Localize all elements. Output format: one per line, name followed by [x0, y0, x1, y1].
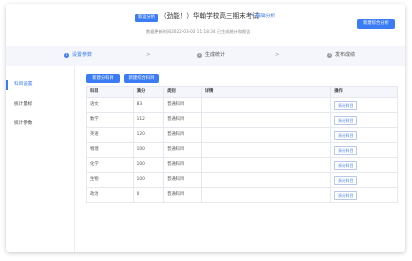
sidebar-item-stat-params[interactable]: 统计参数 — [14, 121, 32, 127]
step-settings[interactable]: 1 设置参数 — [64, 52, 92, 59]
page-title: （劲能！）华翰学校高三期末考试 — [160, 12, 259, 20]
split-subject-button[interactable]: 拆分科目 — [334, 100, 358, 110]
split-subject-button[interactable]: 拆分科目 — [334, 175, 358, 185]
cell-score: 120 — [133, 127, 165, 143]
split-subject-button[interactable]: 拆分科目 — [334, 130, 358, 140]
cell-action: 拆分科目 — [330, 112, 398, 128]
cell-score: 112 — [133, 112, 165, 128]
edit-icon: ✎ — [251, 14, 256, 19]
sidebar: 科目设置 统计量标 统计参数 — [6, 66, 75, 252]
cell-detail — [201, 187, 332, 203]
cell-detail — [201, 97, 332, 113]
edit-analysis-label: 编辑分析 — [256, 14, 276, 19]
cell-action: 拆分科目 — [330, 142, 398, 158]
cell-type: 普通科目 — [163, 97, 202, 113]
cell-subject: 物理 — [86, 142, 134, 158]
cell-type: 普通科目 — [163, 142, 202, 158]
table-row: 物理 100 普通科目 拆分科目 — [86, 142, 398, 158]
edit-analysis-link[interactable]: ✎编辑分析 — [251, 14, 275, 20]
step-label: 设置参数 — [72, 52, 93, 58]
step-label: 生成统计 — [205, 52, 226, 58]
cell-score: 100 — [133, 172, 165, 188]
cell-score: 83 — [133, 97, 165, 113]
new-analysis-button[interactable]: 新建综合分析 — [357, 19, 395, 29]
cell-action: 拆分科目 — [330, 127, 398, 143]
chevron-right-icon: > — [275, 52, 280, 58]
sidebar-item-subject-settings[interactable]: 科目设置 — [14, 82, 32, 88]
table-row: 数学 112 普通科目 拆分科目 — [86, 112, 398, 128]
table-row: 政治 0 普通科目 拆分科目 — [86, 187, 398, 203]
split-subject-button[interactable]: 拆分科目 — [334, 145, 358, 155]
step-label: 发布成绩 — [335, 52, 356, 58]
column-header-detail: 详情 — [201, 86, 332, 98]
table-row: 生物 100 普通科目 拆分科目 — [86, 172, 398, 188]
cell-type: 普通科目 — [163, 157, 202, 173]
subject-table: 科目 满分 类别 详情 操作 语文 83 普通科目 拆分科目 数学 112 普通… — [86, 86, 398, 203]
cell-subject: 英语 — [86, 127, 134, 143]
cell-subject: 数学 — [86, 112, 134, 128]
cell-type: 普通科目 — [163, 112, 202, 128]
chevron-right-icon: > — [146, 52, 151, 58]
step-number: 2 — [197, 52, 202, 58]
cell-score: 100 — [133, 142, 165, 158]
column-header-score: 满分 — [133, 86, 165, 98]
table-header-row: 科目 满分 类别 详情 操作 — [86, 86, 398, 98]
cell-action: 拆分科目 — [330, 172, 398, 188]
step-generate[interactable]: 2 生成统计 — [197, 52, 225, 59]
cell-action: 拆分科目 — [330, 97, 398, 113]
cell-score: 0 — [133, 187, 165, 203]
update-info: 数据更新时间2022-03-03 11:18:34 已生成统计和报告 — [146, 29, 251, 34]
cell-type: 普通科目 — [163, 187, 202, 203]
cell-type: 普通科目 — [163, 172, 202, 188]
cell-detail — [201, 142, 332, 158]
cell-subject: 语文 — [86, 97, 134, 113]
step-number: 3 — [327, 52, 332, 58]
step-number: 1 — [64, 52, 69, 58]
table-row: 化学 100 普通科目 拆分科目 — [86, 157, 398, 173]
cell-action: 拆分科目 — [330, 187, 398, 203]
analysis-tag: 新运分析 — [135, 14, 159, 22]
add-combined-subject-button[interactable]: 新建综合科目 — [124, 74, 159, 83]
split-subject-button[interactable]: 拆分科目 — [334, 115, 358, 125]
cell-type: 普通科目 — [163, 127, 202, 143]
column-header-subject: 科目 — [86, 86, 134, 98]
cell-detail — [201, 112, 332, 128]
main-card: 新运分析 （劲能！）华翰学校高三期末考试 ✎编辑分析 数据更新时间2022-03… — [6, 4, 405, 252]
cell-subject: 化学 — [86, 157, 134, 173]
column-header-action: 操作 — [330, 86, 398, 98]
cell-action: 拆分科目 — [330, 157, 398, 173]
split-subject-button[interactable]: 拆分科目 — [334, 190, 358, 200]
step-publish[interactable]: 3 发布成绩 — [327, 52, 355, 59]
cell-subject: 政治 — [86, 187, 134, 203]
cell-detail — [201, 157, 332, 173]
step-bar: 1 设置参数 > 2 生成统计 > 3 发布成绩 — [6, 46, 405, 66]
sidebar-active-indicator — [6, 80, 8, 90]
split-subject-button[interactable]: 拆分科目 — [334, 160, 358, 170]
table-row: 语文 83 普通科目 拆分科目 — [86, 97, 398, 113]
cell-detail — [201, 127, 332, 143]
table-row: 英语 120 普通科目 拆分科目 — [86, 127, 398, 143]
main-content: 新建分科目 新建综合科目 科目 满分 类别 详情 操作 语文 83 普通科目 拆… — [74, 66, 405, 252]
cell-subject: 生物 — [86, 172, 134, 188]
add-subject-button[interactable]: 新建分科目 — [86, 74, 120, 83]
page-header: 新运分析 （劲能！）华翰学校高三期末考试 ✎编辑分析 数据更新时间2022-03… — [6, 4, 405, 46]
cell-score: 100 — [133, 157, 165, 173]
cell-detail — [201, 172, 332, 188]
sidebar-item-stat-metrics[interactable]: 统计量标 — [14, 102, 32, 108]
column-header-type: 类别 — [163, 86, 202, 98]
